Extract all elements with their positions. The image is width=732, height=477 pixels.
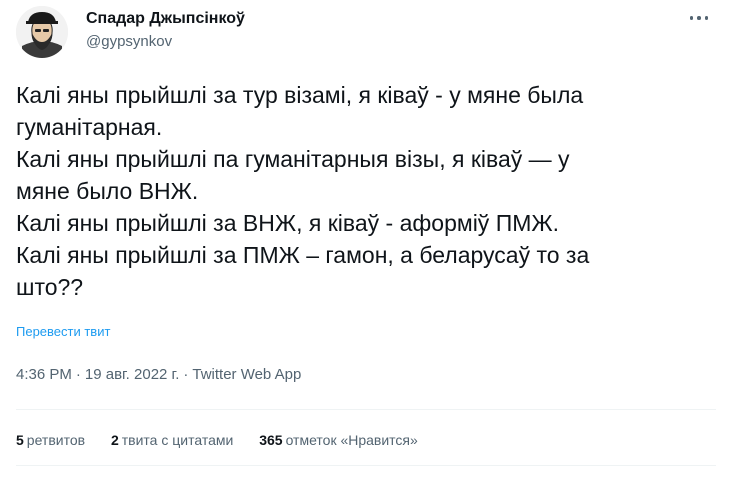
likes-count: 365 <box>259 432 283 448</box>
tweet-text-line: Калі яны прыйшлі за ПМЖ – гамон, а белар… <box>16 242 590 268</box>
tweet-stats: 5 ретвитов 2 твита с цитатами 365 отметок «… <box>16 432 440 448</box>
avatar[interactable] <box>16 6 68 58</box>
divider <box>16 409 716 410</box>
translate-tweet-link[interactable]: Перевести твит <box>16 324 110 339</box>
tweet-metadata: 4:36 PM · 19 авг. 2022 г. · Twitter Web App <box>16 366 301 383</box>
meta-separator: · <box>75 366 81 383</box>
quotes-label: твита с цитатами <box>121 432 234 448</box>
tweet-text: Калі яны прыйшлі за тур візамі, я ківаў … <box>16 79 716 303</box>
divider <box>16 465 716 466</box>
tweet-text-line: мяне было ВНЖ. <box>16 178 199 204</box>
likes-stat[interactable]: 365 отметок «Нравится» <box>259 432 418 448</box>
tweet-text-line: Калі яны прыйшлі за ВНЖ, я ківаў - аформ… <box>16 210 560 236</box>
tweet-text-line: Калі яны прыйшлі за тур візамі, я ківаў … <box>16 82 584 108</box>
tweet-time[interactable]: 4:36 PM <box>16 366 72 383</box>
tweet: Спадар Джыпсінкоў @gypsynkov Калі яны пр… <box>0 0 732 477</box>
tweet-text-line: гуманітарная. <box>16 114 163 140</box>
tweet-source-link[interactable]: Twitter Web App <box>192 366 301 383</box>
retweets-label: ретвитов <box>26 432 86 448</box>
likes-label: отметок «Нравится» <box>285 432 418 448</box>
more-options-button[interactable] <box>684 8 714 28</box>
tweet-date[interactable]: 19 авг. 2022 г. <box>85 366 179 383</box>
avatar-illustration <box>16 6 68 58</box>
retweets-stat[interactable]: 5 ретвитов <box>16 432 85 448</box>
author-handle[interactable]: @gypsynkov <box>86 33 172 50</box>
quotes-count: 2 <box>110 432 119 448</box>
tweet-text-line: Калі яны прыйшлі па гуманітарныя візы, я… <box>16 146 570 172</box>
quote-tweets-stat[interactable]: 2 твита с цитатами <box>111 432 233 448</box>
more-dots-icon <box>688 16 711 20</box>
retweets-count: 5 <box>16 432 24 448</box>
meta-separator: · <box>183 366 189 383</box>
author-display-name[interactable]: Спадар Джыпсінкоў <box>86 10 245 28</box>
tweet-text-line: што?? <box>16 274 84 300</box>
